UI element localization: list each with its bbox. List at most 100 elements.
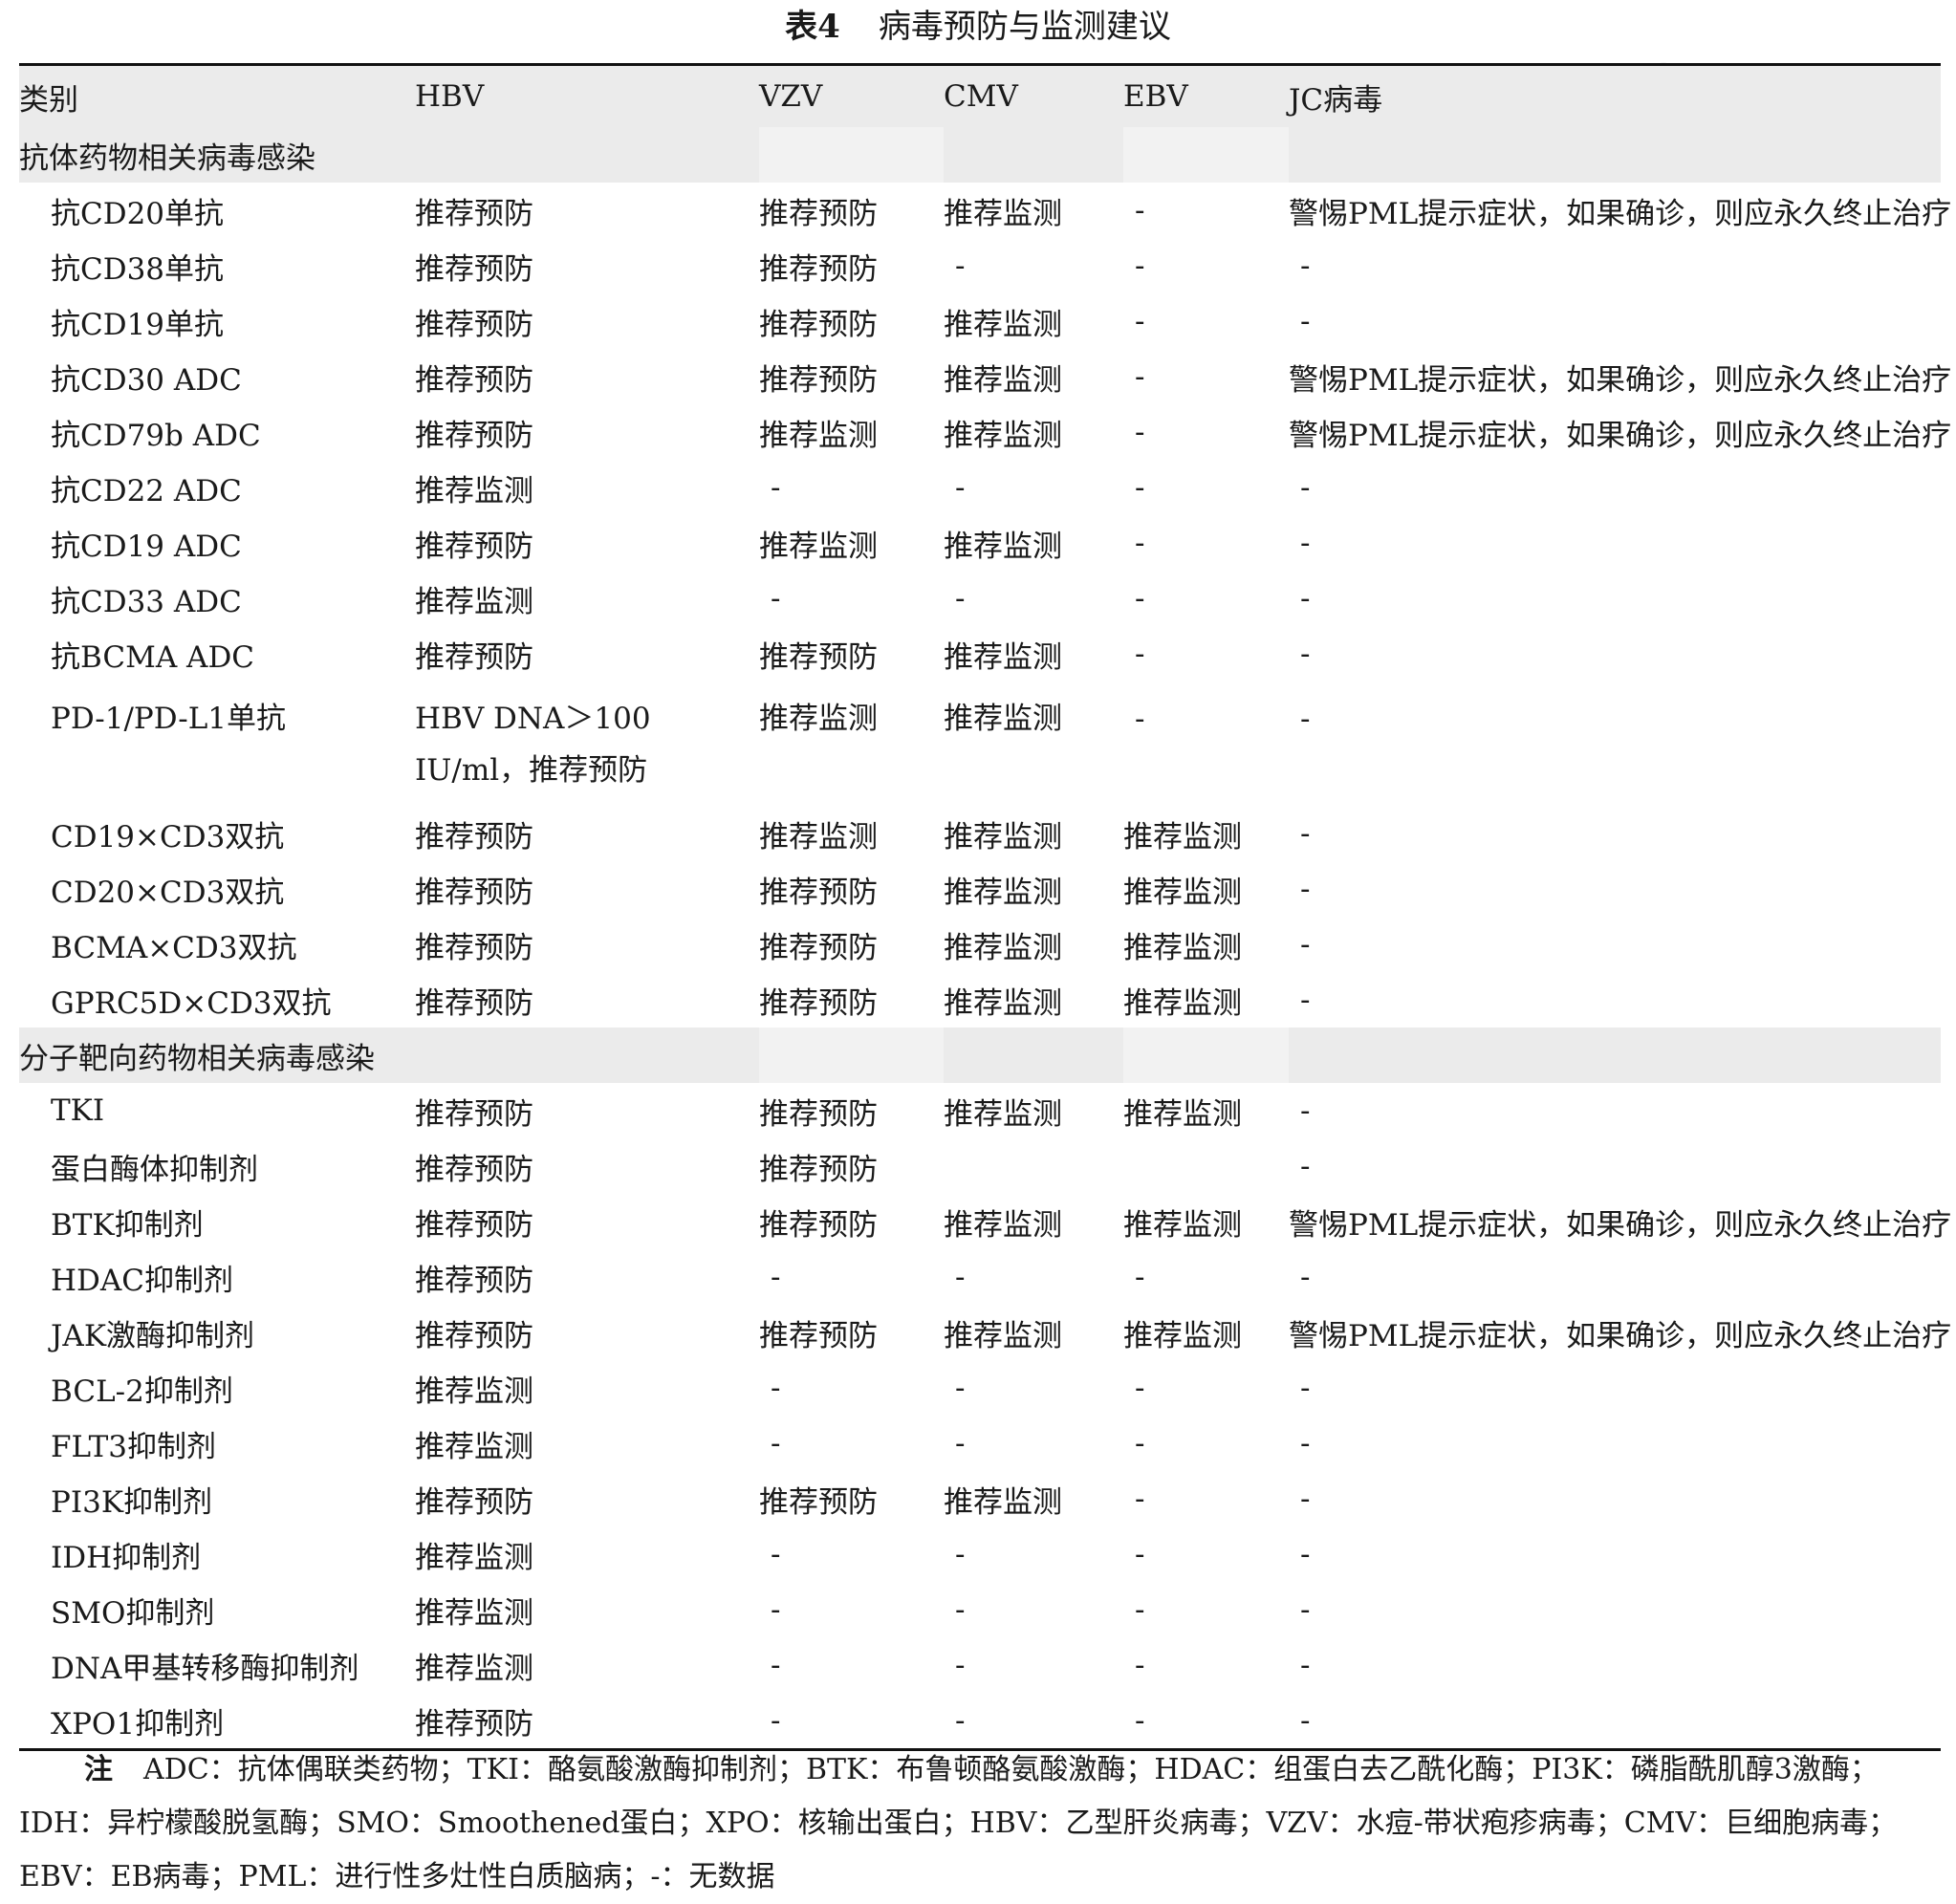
- recommendation-cell: 推荐预防: [415, 307, 533, 342]
- recommendation-cell: -: [1135, 359, 1145, 394]
- recommendation-cell: 推荐预防: [415, 875, 533, 910]
- section-cell: [415, 127, 759, 183]
- column-header: CMV: [944, 63, 1123, 127]
- table-row: 抗CD19 ADC 推荐预防 推荐监测 推荐监测 - -: [19, 515, 1941, 571]
- recommendation-cell: 推荐监测: [1123, 875, 1242, 910]
- recommendation-cell: 推荐监测: [415, 1595, 533, 1631]
- recommendation-cell: 推荐监测: [944, 307, 1062, 342]
- section-row: 抗体药物相关病毒感染: [19, 127, 1941, 183]
- recommendation-cell: -: [1300, 816, 1311, 851]
- column-header: EBV: [1123, 63, 1289, 127]
- recommendation-cell: -: [1300, 470, 1311, 505]
- drug-category-cell: IDH抑制剂: [51, 1540, 202, 1575]
- recommendation-cell: 推荐预防: [415, 985, 533, 1021]
- recommendation-cell: 推荐预防: [759, 875, 878, 910]
- recommendation-cell: -: [1135, 526, 1145, 560]
- recommendation-cell: 推荐监测: [944, 930, 1062, 965]
- recommendation-cell: 推荐预防: [759, 307, 878, 342]
- table-row: CD20×CD3双抗 推荐预防 推荐预防 推荐监测 推荐监测 -: [19, 861, 1941, 917]
- recommendation-cell: -: [1300, 872, 1311, 906]
- recommendation-cell: -: [1300, 702, 1311, 736]
- recommendation-cell: 推荐预防: [415, 930, 533, 965]
- section-cell: [415, 1028, 759, 1083]
- drug-category-cell: DNA甲基转移酶抑制剂: [51, 1651, 359, 1686]
- table-footnote: 注 ADC：抗体偶联类药物；TKI：酪氨酸激酶抑制剂；BTK：布鲁顿酪氨酸激酶；H…: [19, 1743, 1941, 1904]
- recommendation-cell: 推荐监测: [415, 584, 533, 619]
- recommendation-cell: -: [771, 1371, 781, 1405]
- recommendation-cell: 推荐监测: [759, 819, 878, 855]
- drug-category-cell: 抗CD79b ADC: [51, 418, 261, 453]
- recommendation-cell: 推荐预防: [415, 1152, 533, 1187]
- recommendation-cell: -: [1135, 637, 1145, 671]
- recommendation-cell: -: [1289, 1693, 1941, 1751]
- recommendation-cell: -: [1300, 1482, 1311, 1516]
- column-header: VZV: [759, 63, 944, 127]
- table-caption: 病毒预防与监测建议: [878, 8, 1171, 46]
- table-row: 抗CD20单抗 推荐预防 推荐预防 推荐监测 - 警惕PML提示症状，如果确诊，则应永久终…: [19, 183, 1951, 238]
- recommendation-cell: 推荐监测: [1123, 1207, 1242, 1243]
- recommendation-cell: -: [759, 1693, 944, 1751]
- table-row: 抗CD38单抗 推荐预防 推荐预防 - - -: [19, 238, 1941, 293]
- recommendation-cell: 推荐监测: [415, 1429, 533, 1464]
- table-row: SMO抑制剂 推荐监测 - - - -: [19, 1582, 1941, 1637]
- section-cell: [944, 127, 1123, 183]
- table-row: 蛋白酶体抑制剂 推荐预防 推荐预防 -: [19, 1138, 1941, 1194]
- drug-category-cell: XPO1抑制剂: [19, 1693, 415, 1751]
- table-row: IDH抑制剂 推荐监测 - - - -: [19, 1526, 1941, 1582]
- table-number: 表4: [785, 8, 840, 46]
- recommendation-cell: 推荐监测: [415, 1374, 533, 1409]
- recommendation-cell: -: [1123, 1693, 1289, 1751]
- recommendation-cell: 推荐预防: [759, 985, 878, 1021]
- footnote-label: 注: [84, 1753, 113, 1786]
- recommendation-cell: 推荐预防: [759, 1152, 878, 1187]
- table-row: 抗CD19单抗 推荐预防 推荐预防 推荐监测 - -: [19, 293, 1941, 349]
- column-header: JC病毒: [1289, 63, 1941, 127]
- recommendation-cell: -: [771, 1260, 781, 1294]
- recommendation-cell: -: [955, 1537, 966, 1571]
- table-row: BCMA×CD3双抗 推荐预防 推荐预防 推荐监测 推荐监测 -: [19, 917, 1941, 972]
- drug-category-cell: BCMA×CD3双抗: [51, 930, 297, 965]
- recommendation-cell: 推荐监测: [759, 702, 878, 736]
- drug-category-cell: 蛋白酶体抑制剂: [51, 1152, 258, 1187]
- recommendation-cell: 推荐监测: [944, 1484, 1062, 1520]
- table-row: DNA甲基转移酶抑制剂 推荐监测 - - - -: [19, 1637, 1941, 1693]
- recommendation-cell: -: [1300, 1371, 1311, 1405]
- recommendation-cell: 推荐监测: [944, 418, 1062, 453]
- recommendation-cell: -: [771, 1537, 781, 1571]
- recommendation-cell: -: [1135, 1648, 1145, 1682]
- recommendation-cell: 推荐预防: [415, 1263, 533, 1298]
- recommendation-cell: -: [955, 581, 966, 616]
- recommendation-cell: 推荐监测: [415, 1540, 533, 1575]
- recommendation-cell: 推荐预防: [759, 196, 878, 231]
- recommendation-cell: 推荐预防: [759, 1318, 878, 1353]
- section-cell: [1123, 1028, 1289, 1083]
- recommendation-cell: -: [1135, 581, 1145, 616]
- table-title: 表4 病毒预防与监测建议: [0, 6, 1956, 48]
- recommendation-cell: -: [955, 1426, 966, 1460]
- recommendation-cell: -: [1300, 1648, 1311, 1682]
- drug-category-cell: HDAC抑制剂: [51, 1263, 233, 1298]
- recommendation-cell: -: [955, 1592, 966, 1627]
- recommendation-cell: -: [1300, 304, 1311, 338]
- column-header: 类别: [19, 63, 415, 127]
- recommendation-cell: -: [1135, 1537, 1145, 1571]
- recommendation-cell: -: [1300, 1426, 1311, 1460]
- recommendation-cell: -: [1135, 1482, 1145, 1516]
- table-row: 抗CD33 ADC 推荐监测 - - - -: [19, 571, 1941, 626]
- recommendation-cell: 推荐预防: [415, 196, 533, 231]
- drug-category-cell: 抗BCMA ADC: [51, 639, 255, 675]
- drug-category-cell: TKI: [51, 1093, 105, 1128]
- footnote-text: ADC：抗体偶联类药物；TKI：酪氨酸激酶抑制剂；BTK：布鲁顿酪氨酸激酶；HD…: [19, 1753, 1898, 1893]
- recommendation-cell: 推荐监测: [944, 529, 1062, 564]
- recommendation-cell: [1123, 1138, 1289, 1194]
- recommendation-cell: -: [1300, 1592, 1311, 1627]
- recommendation-cell: 推荐预防: [759, 1484, 878, 1520]
- recommendation-cell: -: [955, 470, 966, 505]
- recommendation-cell: [944, 1138, 1123, 1194]
- recommendation-cell: 推荐预防: [759, 639, 878, 675]
- recommendation-cell: 警惕PML提示症状，如果确诊，则应永久终止治疗: [1289, 362, 1952, 398]
- recommendation-cell: -: [1135, 470, 1145, 505]
- recommendation-cell: 推荐监测: [944, 985, 1062, 1021]
- table-row: 抗CD22 ADC 推荐监测 - - - -: [19, 460, 1941, 515]
- recommendation-cell: -: [955, 1648, 966, 1682]
